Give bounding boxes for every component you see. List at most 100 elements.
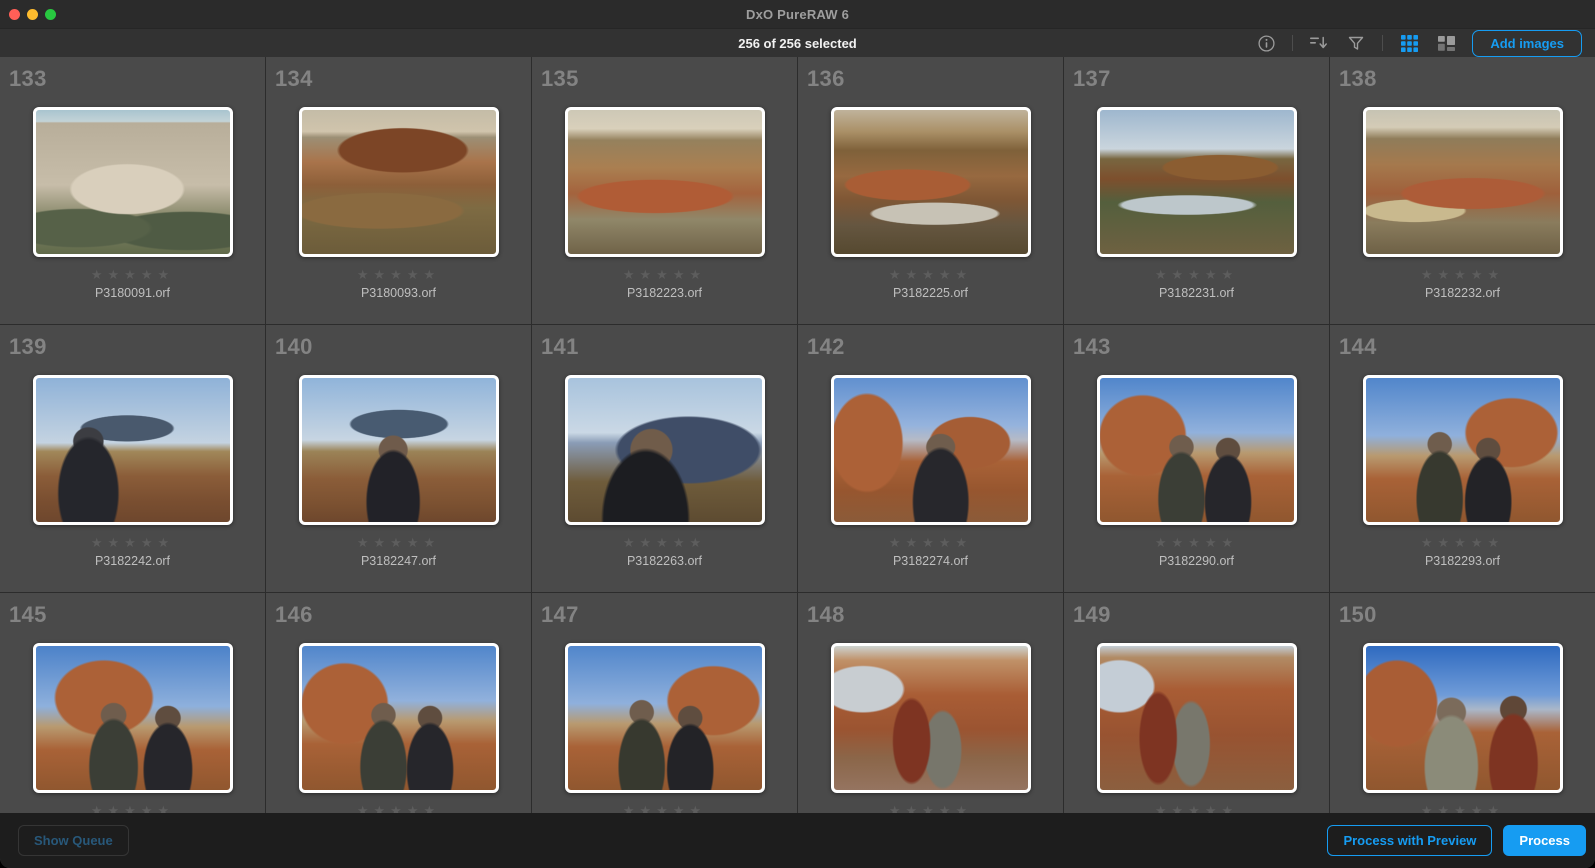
photo-filename: P3180093.orf xyxy=(360,286,437,300)
star-rating[interactable]: ★★★★★ xyxy=(532,267,797,283)
photo-thumbnail[interactable] xyxy=(1096,375,1297,525)
photo-filename: P3180091.orf xyxy=(94,286,171,300)
star-rating[interactable]: ★★★★★ xyxy=(1330,267,1595,283)
star-rating[interactable]: ★★★★★ xyxy=(1064,535,1329,551)
photo-filename: P3182225.orf xyxy=(892,286,969,300)
photo-cell[interactable]: 140 ★★★★★ P3182247.orf xyxy=(266,325,531,592)
photo-thumbnail[interactable] xyxy=(1362,375,1563,525)
photo-thumbnail[interactable] xyxy=(830,107,1031,257)
photo-thumbnail[interactable] xyxy=(830,375,1031,525)
photo-cell[interactable]: 139 ★★★★★ P3182242.orf xyxy=(0,325,265,592)
photo-thumbnail[interactable] xyxy=(830,643,1031,793)
photo-index-label: 141 xyxy=(541,334,579,359)
photo-cell[interactable]: 147 ★★★★★ xyxy=(532,593,797,813)
toolbar: 256 of 256 selected Add images xyxy=(0,28,1595,57)
photo-cell[interactable]: 133 ★★★★★ P3180091.orf xyxy=(0,57,265,324)
photo-cell[interactable]: 148 ★★★★★ xyxy=(798,593,1063,813)
photo-thumbnail[interactable] xyxy=(298,643,499,793)
star-rating[interactable]: ★★★★★ xyxy=(1330,535,1595,551)
photo-thumbnail[interactable] xyxy=(564,107,765,257)
photo-image xyxy=(830,643,1031,793)
photo-filename: P3182290.orf xyxy=(1158,554,1235,568)
photo-index-label: 142 xyxy=(807,334,845,359)
photo-cell[interactable]: 138 ★★★★★ P3182232.orf xyxy=(1330,57,1595,324)
photo-cell[interactable]: 136 ★★★★★ P3182225.orf xyxy=(798,57,1063,324)
star-rating[interactable]: ★★★★★ xyxy=(0,535,265,551)
toolbar-separator xyxy=(1292,35,1294,51)
photo-image xyxy=(298,375,499,525)
star-rating[interactable]: ★★★★★ xyxy=(0,267,265,283)
photo-index-label: 136 xyxy=(807,66,845,91)
photo-grid: 133 ★★★★★ P3180091.orf 134 ★★★★★ P318009… xyxy=(0,57,1595,813)
photo-filename: P3182223.orf xyxy=(626,286,703,300)
photo-cell[interactable]: 149 ★★★★★ xyxy=(1064,593,1329,813)
photo-filename: P3182293.orf xyxy=(1424,554,1501,568)
photo-index-label: 139 xyxy=(9,334,47,359)
photo-image xyxy=(298,107,499,257)
toolbar-separator xyxy=(1382,35,1384,51)
photo-index-label: 148 xyxy=(807,602,845,627)
process-with-preview-button[interactable]: Process with Preview xyxy=(1327,825,1493,856)
info-icon[interactable] xyxy=(1255,32,1277,54)
star-rating[interactable]: ★★★★★ xyxy=(1064,803,1329,813)
photo-thumbnail[interactable] xyxy=(32,375,233,525)
photo-filename: P3182247.orf xyxy=(360,554,437,568)
star-rating[interactable]: ★★★★★ xyxy=(798,535,1063,551)
photo-cell[interactable]: 150 ★★★★★ xyxy=(1330,593,1595,813)
star-rating[interactable]: ★★★★★ xyxy=(0,803,265,813)
star-rating[interactable]: ★★★★★ xyxy=(1064,267,1329,283)
photo-thumbnail[interactable] xyxy=(1362,107,1563,257)
photo-cell[interactable]: 144 ★★★★★ P3182293.orf xyxy=(1330,325,1595,592)
photo-image xyxy=(1362,375,1563,525)
photo-index-label: 147 xyxy=(541,602,579,627)
process-button[interactable]: Process xyxy=(1503,825,1586,856)
show-queue-button[interactable]: Show Queue xyxy=(18,825,129,856)
photo-index-label: 140 xyxy=(275,334,313,359)
photo-thumbnail[interactable] xyxy=(298,375,499,525)
window-title: DxO PureRAW 6 xyxy=(745,6,849,22)
sort-icon[interactable] xyxy=(1308,32,1330,54)
photo-index-label: 133 xyxy=(9,66,47,91)
photo-thumbnail[interactable] xyxy=(564,643,765,793)
photo-thumbnail[interactable] xyxy=(1096,107,1297,257)
photo-thumbnail[interactable] xyxy=(298,107,499,257)
photo-image xyxy=(830,375,1031,525)
grid-view-icon[interactable] xyxy=(1398,32,1420,54)
photo-thumbnail[interactable] xyxy=(1362,643,1563,793)
photo-cell[interactable]: 142 ★★★★★ P3182274.orf xyxy=(798,325,1063,592)
star-rating[interactable]: ★★★★★ xyxy=(798,267,1063,283)
star-rating[interactable]: ★★★★★ xyxy=(266,267,531,283)
add-images-button[interactable]: Add images xyxy=(1472,29,1582,57)
photo-filename: P3182242.orf xyxy=(94,554,171,568)
photo-index-label: 150 xyxy=(1339,602,1377,627)
star-rating[interactable]: ★★★★★ xyxy=(266,535,531,551)
star-rating[interactable]: ★★★★★ xyxy=(798,803,1063,813)
toolbar-controls: Add images xyxy=(1255,29,1582,57)
photo-cell[interactable]: 145 ★★★★★ xyxy=(0,593,265,813)
titlebar: DxO PureRAW 6 xyxy=(0,0,1595,28)
photo-thumbnail[interactable] xyxy=(1096,643,1297,793)
photo-thumbnail[interactable] xyxy=(32,643,233,793)
star-rating[interactable]: ★★★★★ xyxy=(1330,803,1595,813)
star-rating[interactable]: ★★★★★ xyxy=(532,535,797,551)
filter-icon[interactable] xyxy=(1345,32,1367,54)
photo-image xyxy=(1096,375,1297,525)
photo-cell[interactable]: 146 ★★★★★ xyxy=(266,593,531,813)
photo-index-label: 146 xyxy=(275,602,313,627)
star-rating[interactable]: ★★★★★ xyxy=(532,803,797,813)
star-rating[interactable]: ★★★★★ xyxy=(266,803,531,813)
photo-image xyxy=(1362,107,1563,257)
photo-image xyxy=(564,643,765,793)
photo-image xyxy=(564,375,765,525)
photo-image xyxy=(1362,643,1563,793)
photo-cell[interactable]: 135 ★★★★★ P3182223.orf xyxy=(532,57,797,324)
photo-cell[interactable]: 137 ★★★★★ P3182231.orf xyxy=(1064,57,1329,324)
footer-bar: Show Queue Process with Preview Process xyxy=(0,813,1595,868)
photo-index-label: 144 xyxy=(1339,334,1377,359)
mosaic-view-icon[interactable] xyxy=(1435,32,1457,54)
photo-cell[interactable]: 141 ★★★★★ P3182263.orf xyxy=(532,325,797,592)
photo-thumbnail[interactable] xyxy=(564,375,765,525)
photo-thumbnail[interactable] xyxy=(32,107,233,257)
photo-cell[interactable]: 143 ★★★★★ P3182290.orf xyxy=(1064,325,1329,592)
photo-cell[interactable]: 134 ★★★★★ P3180093.orf xyxy=(266,57,531,324)
